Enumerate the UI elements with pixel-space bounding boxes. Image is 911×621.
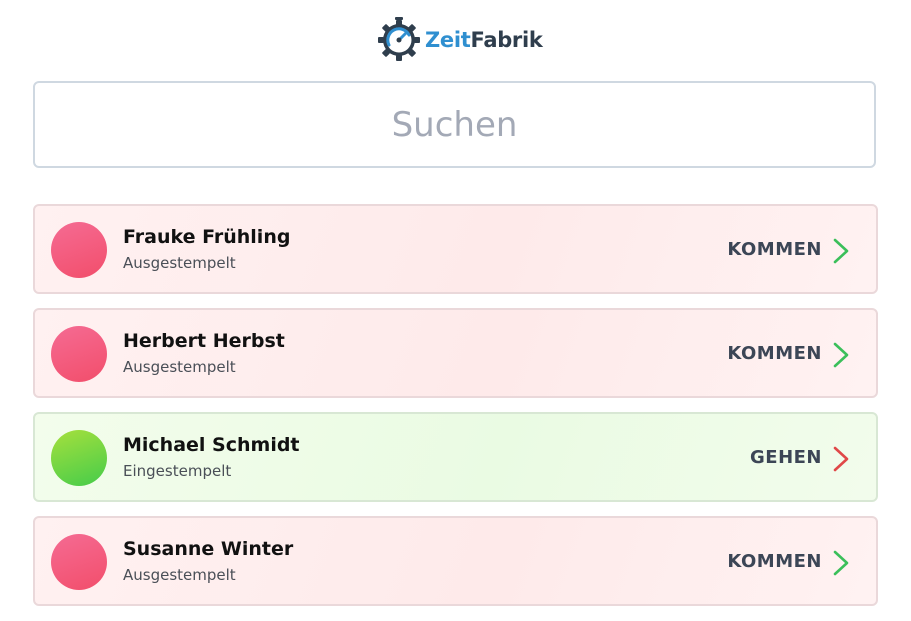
employee-card[interactable]: Susanne Winter Ausgestempelt KOMMEN [33, 516, 878, 606]
logo-text-zeit: Zeit [425, 28, 471, 52]
employee-name: Frauke Frühling [123, 226, 291, 248]
clock-action-label[interactable]: KOMMEN [727, 551, 822, 572]
status-indicator-avatar [51, 222, 107, 278]
status-indicator-avatar [51, 326, 107, 382]
logo-text: ZeitFabrik [425, 28, 543, 52]
employee-name: Susanne Winter [123, 538, 294, 560]
status-indicator-avatar [51, 430, 107, 486]
stopwatch-gear-icon [377, 17, 421, 63]
employee-status: Ausgestempelt [123, 566, 236, 584]
zeitfabrik-app: ZeitFabrik Frauke Frühling Ausgestempelt… [0, 0, 911, 621]
chevron-right-icon[interactable] [832, 445, 850, 473]
clock-action-label[interactable]: KOMMEN [727, 239, 822, 260]
employee-card[interactable]: Frauke Frühling Ausgestempelt KOMMEN [33, 204, 878, 294]
app-logo: ZeitFabrik [377, 16, 543, 64]
employee-card[interactable]: Michael Schmidt Eingestempelt GEHEN [33, 412, 878, 502]
employee-list: Frauke Frühling Ausgestempelt KOMMEN Her… [33, 204, 878, 620]
status-indicator-avatar [51, 534, 107, 590]
employee-name: Michael Schmidt [123, 434, 300, 456]
employee-card[interactable]: Herbert Herbst Ausgestempelt KOMMEN [33, 308, 878, 398]
employee-status: Ausgestempelt [123, 254, 236, 272]
employee-status: Ausgestempelt [123, 358, 236, 376]
clock-action-label[interactable]: KOMMEN [727, 343, 822, 364]
search-input[interactable] [33, 81, 876, 168]
employee-status: Eingestempelt [123, 462, 232, 480]
clock-action-label[interactable]: GEHEN [750, 447, 822, 468]
logo-text-fabrik: Fabrik [470, 28, 543, 52]
chevron-right-icon[interactable] [832, 549, 850, 577]
chevron-right-icon[interactable] [832, 341, 850, 369]
chevron-right-icon[interactable] [832, 237, 850, 265]
employee-name: Herbert Herbst [123, 330, 285, 352]
